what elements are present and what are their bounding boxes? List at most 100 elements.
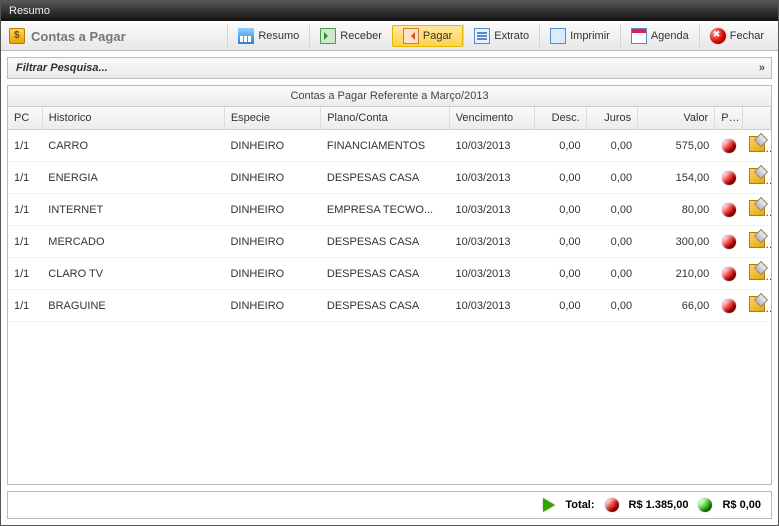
col-desc[interactable]: Desc.: [535, 107, 586, 130]
window-title: Resumo: [9, 5, 50, 17]
edit-icon[interactable]: [749, 232, 765, 248]
calendar-icon: [631, 28, 647, 44]
cell-pc: 1/1: [8, 226, 42, 258]
cell-pc: 1/1: [8, 194, 42, 226]
section-title: Contas a Pagar: [5, 28, 126, 44]
cell-desc: 0,00: [535, 290, 586, 322]
cell-valor: 80,00: [638, 194, 715, 226]
cell-vencimento: 10/03/2013: [449, 258, 535, 290]
fechar-button[interactable]: Fechar: [699, 24, 774, 48]
cell-edit: [743, 258, 771, 290]
grid-title: Contas a Pagar Referente a Março/2013: [8, 86, 771, 107]
cell-especie: DINHEIRO: [224, 162, 320, 194]
col-plano[interactable]: Plano/Conta: [321, 107, 450, 130]
status-unpaid-icon: [605, 498, 619, 512]
fechar-label: Fechar: [730, 30, 764, 42]
cell-especie: DINHEIRO: [224, 194, 320, 226]
status-dot-icon: [722, 203, 736, 217]
cell-plano: DESPESAS CASA: [321, 162, 450, 194]
cell-especie: DINHEIRO: [224, 258, 320, 290]
cell-juros: 0,00: [587, 226, 638, 258]
cell-desc: 0,00: [535, 226, 586, 258]
agenda-button[interactable]: Agenda: [620, 24, 699, 48]
cell-vencimento: 10/03/2013: [449, 162, 535, 194]
table-row[interactable]: 1/1CARRODINHEIROFINANCIAMENTOS10/03/2013…: [8, 130, 771, 162]
imprimir-label: Imprimir: [570, 30, 610, 42]
cell-valor: 300,00: [638, 226, 715, 258]
cell-historico: CLARO TV: [42, 258, 224, 290]
status-dot-icon: [722, 299, 736, 313]
col-vencimento[interactable]: Vencimento: [449, 107, 535, 130]
printer-icon: [550, 28, 566, 44]
receber-button[interactable]: Receber: [309, 24, 392, 48]
cell-juros: 0,00: [587, 162, 638, 194]
cell-valor: 575,00: [638, 130, 715, 162]
section-title-text: Contas a Pagar: [31, 29, 126, 44]
edit-icon[interactable]: [749, 200, 765, 216]
arrow-right-icon: [543, 498, 555, 512]
edit-icon[interactable]: [749, 136, 765, 152]
table-row[interactable]: 1/1CLARO TVDINHEIRODESPESAS CASA10/03/20…: [8, 258, 771, 290]
edit-icon[interactable]: [749, 296, 765, 312]
cell-historico: CARRO: [42, 130, 224, 162]
grid-panel: Contas a Pagar Referente a Março/2013 PC…: [7, 85, 772, 485]
cell-valor: 210,00: [638, 258, 715, 290]
col-actions: [743, 107, 771, 130]
cell-valor: 66,00: [638, 290, 715, 322]
col-pc[interactable]: PC: [8, 107, 42, 130]
cell-pg: [715, 258, 743, 290]
col-historico[interactable]: Historico: [42, 107, 224, 130]
cell-desc: 0,00: [535, 194, 586, 226]
col-valor[interactable]: Valor: [638, 107, 715, 130]
edit-icon[interactable]: [749, 168, 765, 184]
cell-pg: [715, 226, 743, 258]
imprimir-button[interactable]: Imprimir: [539, 24, 620, 48]
edit-icon[interactable]: [749, 264, 765, 280]
cell-vencimento: 10/03/2013: [449, 194, 535, 226]
cell-pg: [715, 162, 743, 194]
money-bag-icon: [9, 28, 25, 44]
pagar-button[interactable]: Pagar: [392, 25, 463, 47]
cell-historico: MERCADO: [42, 226, 224, 258]
statement-icon: [474, 28, 490, 44]
cell-juros: 0,00: [587, 258, 638, 290]
cell-plano: DESPESAS CASA: [321, 258, 450, 290]
table-row[interactable]: 1/1ENERGIADINHEIRODESPESAS CASA10/03/201…: [8, 162, 771, 194]
cell-especie: DINHEIRO: [224, 290, 320, 322]
table-row[interactable]: 1/1BRAGUINEDINHEIRODESPESAS CASA10/03/20…: [8, 290, 771, 322]
app-window: Resumo Contas a Pagar Resumo Receber Pag…: [0, 0, 779, 526]
cell-pc: 1/1: [8, 130, 42, 162]
col-especie[interactable]: Especie: [224, 107, 320, 130]
cell-pc: 1/1: [8, 258, 42, 290]
chart-icon: [238, 28, 254, 44]
cell-pc: 1/1: [8, 290, 42, 322]
resumo-button[interactable]: Resumo: [227, 24, 309, 48]
col-pg[interactable]: PG: [715, 107, 743, 130]
expand-chevrons-icon[interactable]: »: [759, 62, 763, 74]
pay-icon: [403, 28, 419, 44]
cell-edit: [743, 130, 771, 162]
cell-plano: DESPESAS CASA: [321, 290, 450, 322]
pagar-label: Pagar: [423, 30, 452, 42]
cell-desc: 0,00: [535, 130, 586, 162]
filter-bar[interactable]: Filtrar Pesquisa... »: [7, 57, 772, 79]
main-toolbar: Contas a Pagar Resumo Receber Pagar Extr…: [1, 21, 778, 51]
col-juros[interactable]: Juros: [586, 107, 637, 130]
footer-bar: Total: R$ 1.385,00 R$ 0,00: [7, 491, 772, 519]
cell-historico: ENERGIA: [42, 162, 224, 194]
cell-plano: FINANCIAMENTOS: [321, 130, 450, 162]
cell-edit: [743, 162, 771, 194]
total-unpaid: R$ 1.385,00: [629, 499, 689, 511]
cell-juros: 0,00: [587, 194, 638, 226]
cell-especie: DINHEIRO: [224, 130, 320, 162]
cell-vencimento: 10/03/2013: [449, 130, 535, 162]
status-paid-icon: [698, 498, 712, 512]
receber-label: Receber: [340, 30, 382, 42]
status-dot-icon: [722, 267, 736, 281]
extrato-button[interactable]: Extrato: [463, 24, 539, 48]
table-row[interactable]: 1/1MERCADODINHEIRODESPESAS CASA10/03/201…: [8, 226, 771, 258]
toolbar-buttons: Resumo Receber Pagar Extrato Imprimir Ag…: [227, 24, 774, 48]
total-label: Total:: [565, 499, 594, 511]
grid-body[interactable]: 1/1CARRODINHEIROFINANCIAMENTOS10/03/2013…: [8, 130, 771, 484]
table-row[interactable]: 1/1INTERNETDINHEIROEMPRESA TECWO...10/03…: [8, 194, 771, 226]
